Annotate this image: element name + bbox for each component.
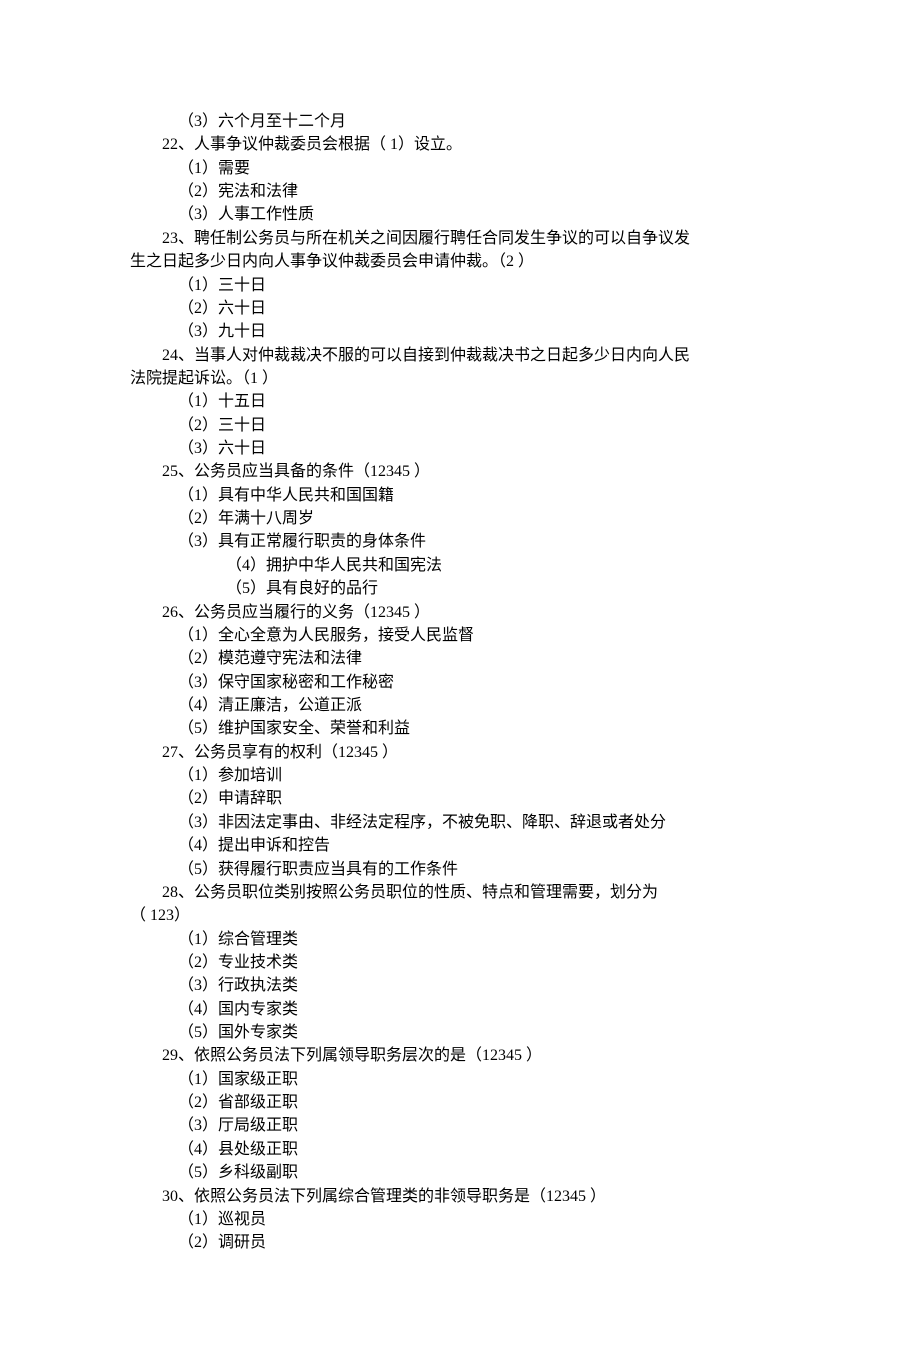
- text-line: （5）具有良好的品行: [130, 577, 790, 600]
- text-line: （2）宪法和法律: [130, 180, 790, 203]
- text-line: （3）九十日: [130, 320, 790, 343]
- text-line: （1）巡视员: [130, 1208, 790, 1231]
- text-line: （4）县处级正职: [130, 1138, 790, 1161]
- text-line: （1）参加培训: [130, 764, 790, 787]
- text-line: （1）全心全意为人民服务，接受人民监督: [130, 624, 790, 647]
- text-line: 法院提起诉讼。（1 ）: [130, 367, 790, 390]
- text-line: 22、人事争议仲裁委员会根据（ 1）设立。: [130, 133, 790, 156]
- text-line: （3）六个月至十二个月: [130, 110, 790, 133]
- text-line: （5）获得履行职责应当具有的工作条件: [130, 858, 790, 881]
- text-line: （3）具有正常履行职责的身体条件: [130, 530, 790, 553]
- document-page: （3）六个月至十二个月22、人事争议仲裁委员会根据（ 1）设立。（1）需要（2）…: [0, 0, 920, 1355]
- text-line: （4）拥护中华人民共和国宪法: [130, 554, 790, 577]
- text-line: （3）保守国家秘密和工作秘密: [130, 671, 790, 694]
- text-line: 28、公务员职位类别按照公务员职位的性质、特点和管理需要，划分为: [130, 881, 790, 904]
- text-line: 26、公务员应当履行的义务（12345 ）: [130, 601, 790, 624]
- text-line: 30、依照公务员法下列属综合管理类的非领导职务是（12345 ）: [130, 1185, 790, 1208]
- text-line: （5）维护国家安全、荣誉和利益: [130, 717, 790, 740]
- text-line: （2）专业技术类: [130, 951, 790, 974]
- text-line: （2）省部级正职: [130, 1091, 790, 1114]
- text-line: （1）国家级正职: [130, 1068, 790, 1091]
- text-line: （4）提出申诉和控告: [130, 834, 790, 857]
- text-line: （3）人事工作性质: [130, 203, 790, 226]
- text-line: （5）国外专家类: [130, 1021, 790, 1044]
- text-line: 23、聘任制公务员与所在机关之间因履行聘任合同发生争议的可以自争议发: [130, 227, 790, 250]
- text-line: （2）调研员: [130, 1231, 790, 1254]
- text-line: （3）六十日: [130, 437, 790, 460]
- text-line: （5）乡科级副职: [130, 1161, 790, 1184]
- text-line: （2）六十日: [130, 297, 790, 320]
- text-line: 29、依照公务员法下列属领导职务层次的是（12345 ）: [130, 1044, 790, 1067]
- text-line: 25、公务员应当具备的条件（12345 ）: [130, 460, 790, 483]
- text-line: （1）十五日: [130, 390, 790, 413]
- text-line: （3）行政执法类: [130, 974, 790, 997]
- text-line: 27、公务员享有的权利（12345 ）: [130, 741, 790, 764]
- text-line: 24、当事人对仲裁裁决不服的可以自接到仲裁裁决书之日起多少日内向人民: [130, 344, 790, 367]
- text-line: （2）三十日: [130, 414, 790, 437]
- text-line: （2）申请辞职: [130, 787, 790, 810]
- text-line: （2）年满十八周岁: [130, 507, 790, 530]
- text-line: （3）厅局级正职: [130, 1114, 790, 1137]
- text-line: （3）非因法定事由、非经法定程序，不被免职、降职、辞退或者处分: [130, 811, 790, 834]
- text-line: 生之日起多少日内向人事争议仲裁委员会申请仲裁。（2 ）: [130, 250, 790, 273]
- text-line: （1）综合管理类: [130, 928, 790, 951]
- text-line: （1）具有中华人民共和国国籍: [130, 484, 790, 507]
- text-line: （4）国内专家类: [130, 998, 790, 1021]
- text-line: （1）三十日: [130, 274, 790, 297]
- text-line: （4）清正廉洁，公道正派: [130, 694, 790, 717]
- text-line: （ 123）: [130, 904, 790, 927]
- text-line: （2）模范遵守宪法和法律: [130, 647, 790, 670]
- text-line: （1）需要: [130, 157, 790, 180]
